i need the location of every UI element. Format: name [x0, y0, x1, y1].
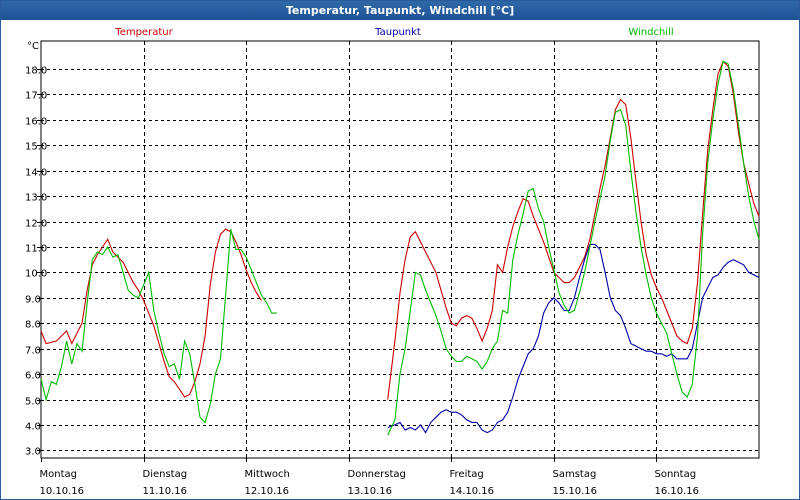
- chart-canvas: 3.0 4.0 5.0 6.0 7.0 8.0 9.0 10.0 11.0 12.0 13.0 14.…: [25, 27, 760, 497]
- y-tick-label: 4.0: [25, 422, 41, 433]
- series-layer: [40, 60, 760, 436]
- legend-taupunkt: Taupunkt: [374, 27, 421, 38]
- x-tick-date: 15.10.16: [553, 486, 598, 497]
- y-tick-label: 6.0: [25, 371, 41, 382]
- series-line-windchill: [387, 60, 760, 436]
- y-tick-label: 3.0: [25, 447, 41, 458]
- x-tick-date: 14.10.16: [450, 486, 495, 497]
- y-tick-label: 9.0: [25, 295, 41, 306]
- y-tick-label: 7.0: [25, 346, 41, 357]
- x-tick-date: 10.10.16: [40, 486, 85, 497]
- y-axis-unit: °C: [27, 41, 39, 52]
- y-tick-label: 14.0: [25, 168, 47, 179]
- x-tick-day: Dienstag: [143, 469, 188, 480]
- x-tick-day: Montag: [40, 469, 77, 480]
- legend-temperatur: Temperatur: [114, 27, 173, 38]
- y-tick-label: 15.0: [25, 142, 47, 153]
- y-tick-label: 17.0: [25, 91, 47, 102]
- y-tick-label: 8.0: [25, 320, 41, 331]
- series-line-windchill: [40, 229, 277, 424]
- grid-layer: [40, 40, 760, 459]
- x-tick-day: Freitag: [450, 469, 484, 480]
- legend-windchill: Windchill: [628, 27, 673, 38]
- x-tick-date: 11.10.16: [143, 486, 188, 497]
- y-tick-label: 16.0: [25, 117, 47, 128]
- legend-layer: Temperatur Taupunkt Windchill: [114, 27, 673, 38]
- chart-window: Temperatur, Taupunkt, Windchill [°C] 3.0…: [0, 0, 800, 500]
- y-tick-label: 18.0: [25, 66, 47, 77]
- x-tick-day: Donnerstag: [348, 469, 406, 480]
- y-tick-label: 12.0: [25, 219, 47, 230]
- x-tick-day: Mittwoch: [245, 469, 290, 480]
- x-tick-date: 13.10.16: [348, 486, 393, 497]
- y-tick-label: 11.0: [25, 244, 47, 255]
- y-tick-label: 10.0: [25, 269, 47, 280]
- x-tick-day: Sonntag: [655, 469, 697, 480]
- y-tick-label: 5.0: [25, 397, 41, 408]
- plot-border: [40, 40, 760, 459]
- x-tick-day: Samstag: [553, 469, 597, 480]
- y-tick-label: 13.0: [25, 193, 47, 204]
- x-tick-date: 12.10.16: [245, 486, 290, 497]
- x-tick-date: 16.10.16: [655, 486, 700, 497]
